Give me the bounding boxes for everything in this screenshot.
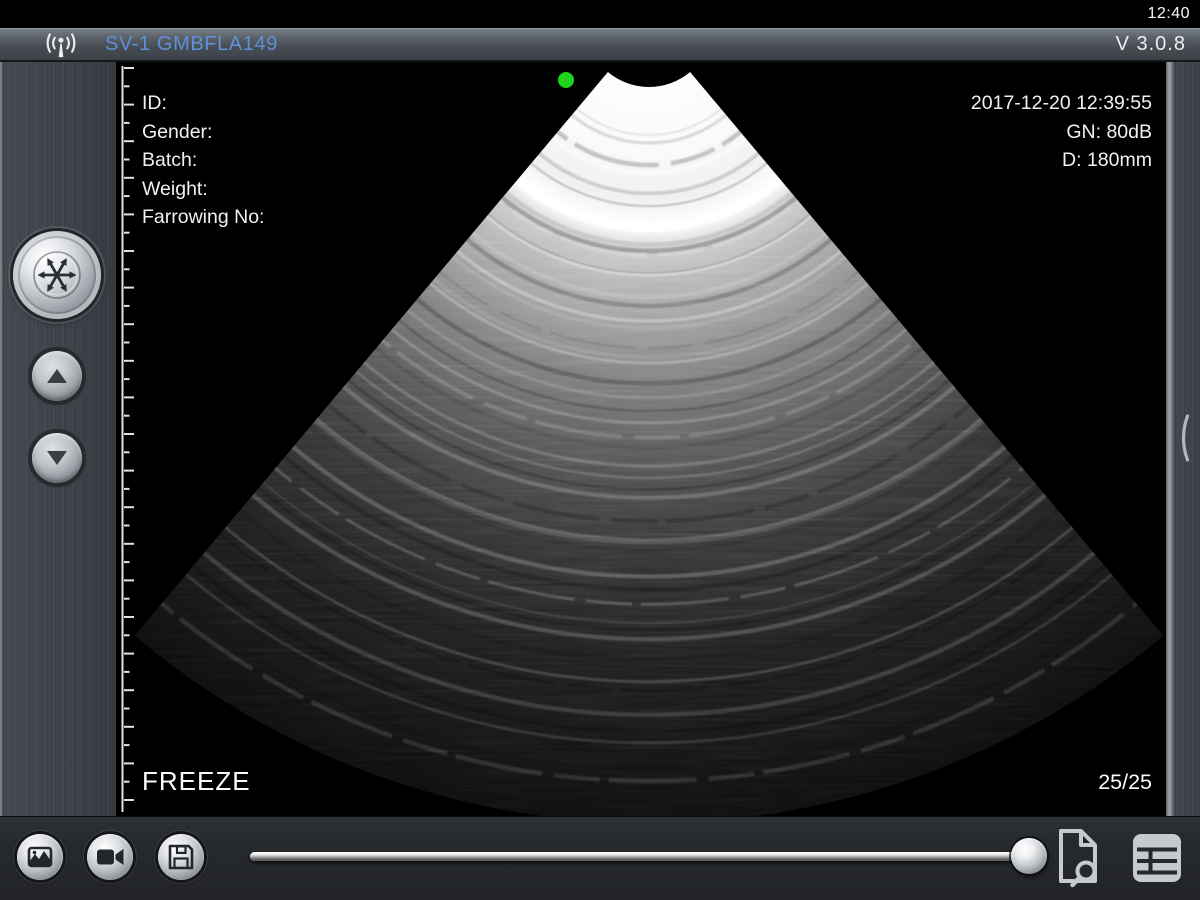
- report-list-button[interactable]: [1127, 828, 1187, 888]
- probe-control-knob-button[interactable]: [13, 231, 101, 319]
- triangle-up-icon: [47, 369, 67, 383]
- scan-info-block: 2017-12-20 12:39:55 GN: 80dB D: 180mm: [971, 89, 1152, 175]
- file-search-icon: [1061, 831, 1095, 885]
- ultrasound-app-screen: 12:40 SV-1 GMBFLA149 V 3.0.8: [0, 0, 1200, 900]
- report-table-icon: [1133, 834, 1181, 882]
- scan-timestamp: 2017-12-20 12:39:55: [971, 89, 1152, 118]
- asterisk-arrows-icon: [31, 249, 83, 301]
- bottom-toolbar: [0, 816, 1200, 900]
- file-browser-button[interactable]: [1051, 825, 1105, 891]
- frame-counter-label: 25/25: [1098, 770, 1152, 795]
- right-divider-strip: [1166, 62, 1174, 816]
- scan-fan: [116, 62, 1166, 816]
- ultrasound-display-area: ID: Gender: Batch: Weight: Farrowing No:…: [116, 62, 1166, 816]
- right-panel: [1174, 62, 1200, 816]
- title-bar: SV-1 GMBFLA149 V 3.0.8: [0, 28, 1200, 62]
- patient-info-block: ID: Gender: Batch: Weight: Farrowing No:: [142, 89, 264, 232]
- save-button[interactable]: [158, 834, 204, 880]
- triangle-down-icon: [47, 451, 67, 465]
- gain-value: GN: 80dB: [971, 118, 1152, 147]
- floppy-save-icon: [166, 842, 196, 872]
- video-camera-icon: [95, 842, 125, 872]
- status-bar: 12:40: [0, 0, 1200, 28]
- photo-icon: [25, 842, 55, 872]
- clock-label: 12:40: [1147, 5, 1190, 23]
- left-control-sidebar: [0, 62, 116, 816]
- patient-label-batch: Batch:: [142, 146, 264, 175]
- record-video-button[interactable]: [87, 834, 133, 880]
- frame-slider-thumb[interactable]: [1011, 838, 1047, 874]
- panel-pull-chevron-icon[interactable]: [1177, 414, 1191, 462]
- scroll-down-button[interactable]: [32, 433, 82, 483]
- snapshot-button[interactable]: [17, 834, 63, 880]
- frame-scrub-slider[interactable]: [250, 852, 1040, 861]
- orientation-marker-dot: [558, 72, 574, 88]
- patient-label-id: ID:: [142, 89, 264, 118]
- patient-label-farrowing: Farrowing No:: [142, 203, 264, 232]
- depth-ruler: [123, 66, 135, 812]
- ultrasound-image: [116, 62, 1166, 816]
- antenna-icon: [44, 32, 78, 59]
- freeze-status-label: FREEZE: [142, 766, 251, 797]
- depth-value: D: 180mm: [971, 146, 1152, 175]
- scroll-up-button[interactable]: [32, 351, 82, 401]
- device-name-label: SV-1 GMBFLA149: [105, 33, 278, 56]
- patient-label-gender: Gender:: [142, 118, 264, 147]
- version-label: V 3.0.8: [1116, 33, 1186, 56]
- patient-label-weight: Weight:: [142, 175, 264, 204]
